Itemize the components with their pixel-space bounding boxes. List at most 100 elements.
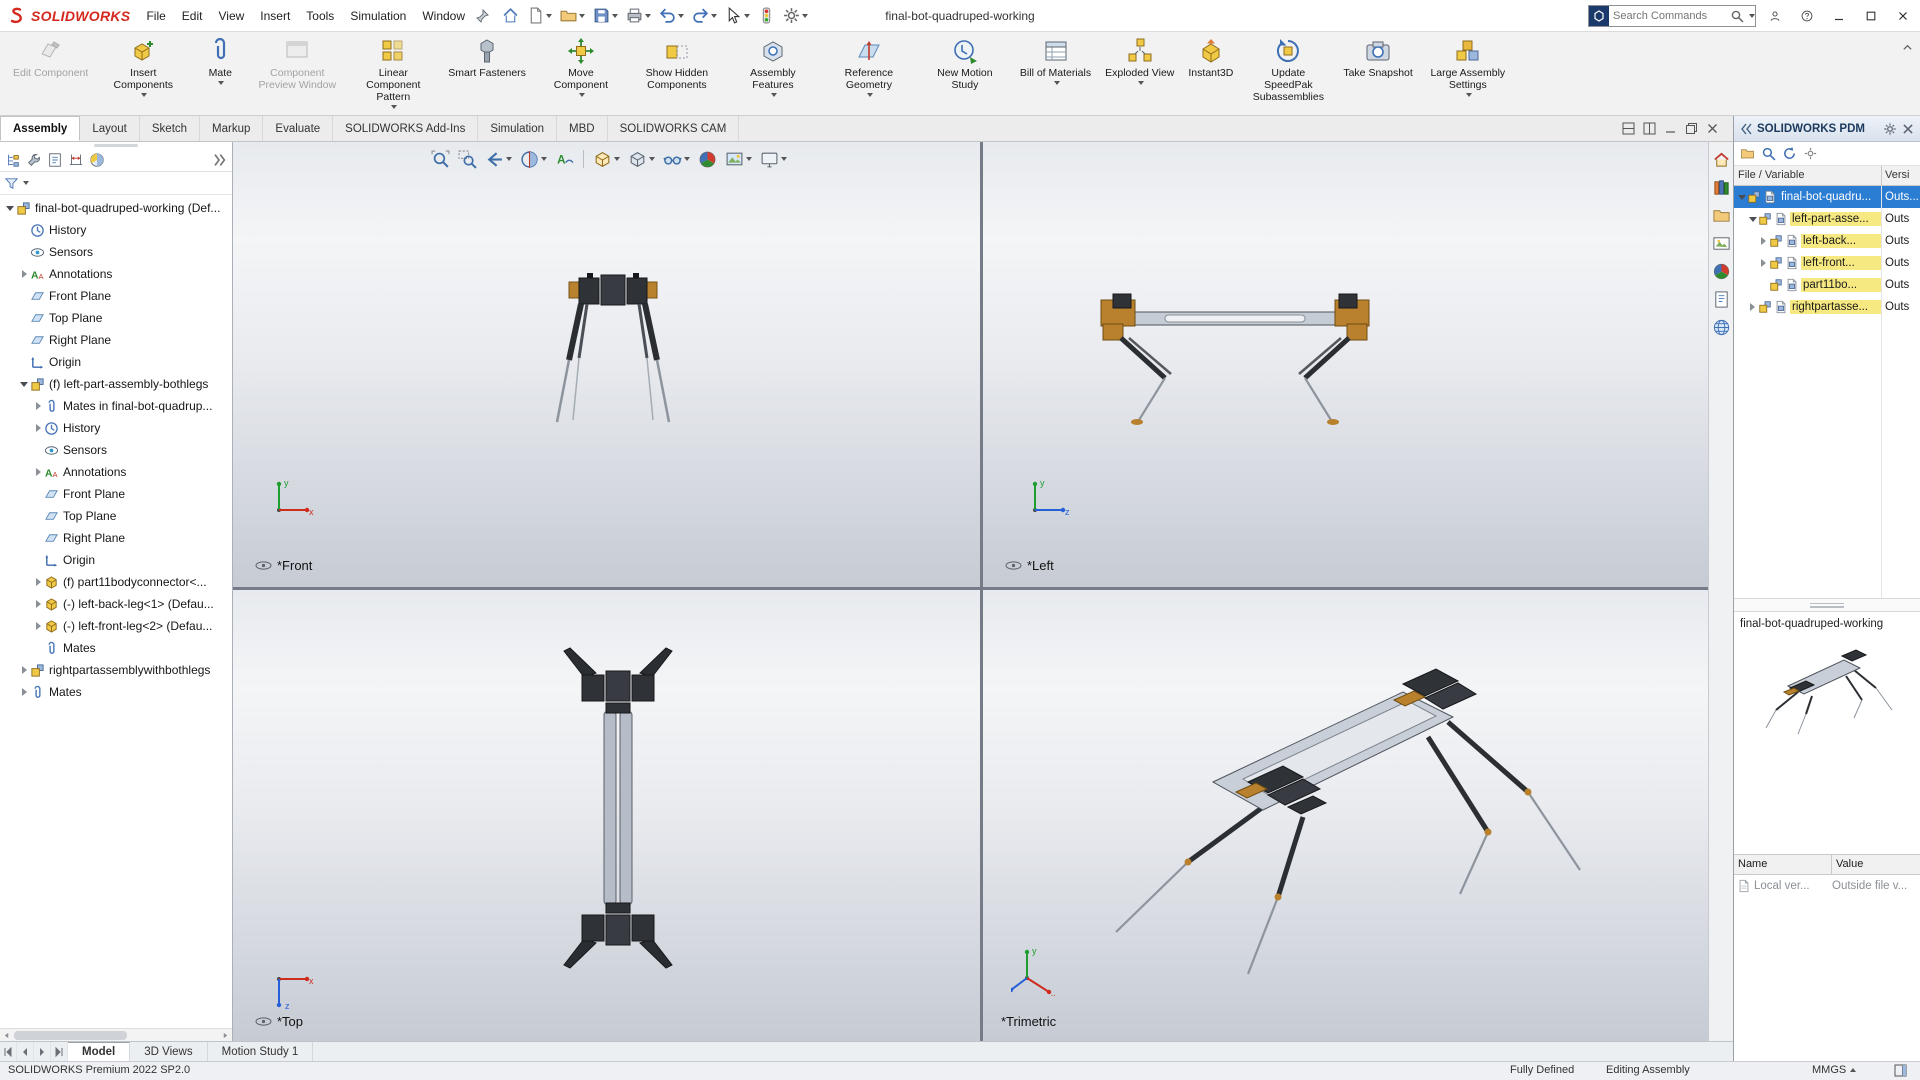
view-orientation-button[interactable] — [591, 148, 622, 171]
tab-layout[interactable]: Layout — [80, 116, 140, 141]
displaymanager-tab-icon[interactable] — [88, 151, 106, 169]
expand-closed-icon[interactable] — [36, 424, 41, 432]
minimize-document-icon[interactable] — [1664, 122, 1677, 135]
viewport-trimetric-view[interactable]: yxz *Trimetric — [983, 590, 1708, 1041]
ribbon-bill-of-materials-button[interactable]: Bill of Materials — [1013, 34, 1098, 115]
filter-input[interactable] — [31, 174, 228, 192]
zoom-to-fit-button[interactable] — [429, 148, 452, 171]
ribbon-new-motion-study-button[interactable]: New Motion Study — [917, 34, 1013, 115]
feature-tree-item-front-plane[interactable]: Front Plane — [0, 285, 232, 307]
pdm-row-final-bot-quadru[interactable]: final-bot-quadru... Outs... — [1734, 186, 1920, 208]
collapse-panel-icon[interactable] — [1739, 122, 1753, 136]
open-button[interactable] — [557, 5, 588, 26]
user-account-icon[interactable] — [1762, 4, 1788, 28]
ribbon-insert-components-button[interactable]: Insert Components — [95, 34, 191, 115]
section-view-button[interactable] — [518, 148, 549, 171]
feature-tree-item-right-plane[interactable]: Right Plane — [0, 329, 232, 351]
expand-open-icon[interactable] — [20, 382, 28, 387]
viewport-left-view[interactable]: yz *Left — [983, 142, 1708, 587]
save-button[interactable] — [590, 5, 621, 26]
feature-tree-item-origin[interactable]: Origin — [0, 351, 232, 373]
tab-markup[interactable]: Markup — [200, 116, 263, 141]
close-window-icon[interactable] — [1890, 4, 1916, 28]
pdm-row-left-front[interactable]: left-front... Outs — [1734, 252, 1920, 274]
search-input[interactable] — [1609, 10, 1730, 22]
feature-tree-item-annotations[interactable]: AA Annotations — [0, 263, 232, 285]
pdm-vault-folder-icon[interactable] — [1740, 146, 1755, 161]
viewport-top-view[interactable]: xz *Top — [233, 590, 980, 1041]
sheet-tab-3d-views[interactable]: 3D Views — [130, 1042, 207, 1061]
pdm-column-version[interactable]: Versi — [1882, 166, 1920, 185]
pdm-column-file[interactable]: File / Variable — [1734, 166, 1882, 185]
expand-closed-icon[interactable] — [36, 402, 41, 410]
pdm-row-part11bo[interactable]: part11bo... Outs — [1734, 274, 1920, 296]
pdm-grid-header[interactable]: Name Value — [1734, 855, 1920, 875]
menu-tools[interactable]: Tools — [298, 0, 342, 31]
feature-tree-item-annotations[interactable]: AA Annotations — [0, 461, 232, 483]
maximize-window-icon[interactable] — [1858, 4, 1884, 28]
pdm-grid-row[interactable]: Local ver... Outside file v... — [1734, 875, 1920, 897]
minimize-window-icon[interactable] — [1826, 4, 1852, 28]
pin-menu-icon[interactable] — [475, 9, 489, 23]
feature-tree-item-mates-in-final-bot-quadrup[interactable]: Mates in final-bot-quadrup... — [0, 395, 232, 417]
pdm-row-left-back[interactable]: left-back... Outs — [1734, 230, 1920, 252]
scroll-next-tab-icon[interactable] — [34, 1042, 51, 1061]
zoom-to-area-button[interactable] — [456, 148, 479, 171]
feature-tree-item-origin[interactable]: Origin — [0, 549, 232, 571]
feature-tree-item-mates[interactable]: Mates — [0, 637, 232, 659]
help-icon[interactable] — [1794, 4, 1820, 28]
ribbon-collapse-icon[interactable] — [1898, 38, 1916, 56]
close-document-icon[interactable] — [1706, 122, 1719, 135]
print-button[interactable] — [623, 5, 654, 26]
hscroll-right-icon[interactable] — [219, 1029, 232, 1041]
menu-window[interactable]: Window — [414, 0, 473, 31]
ribbon-show-hidden-components-button[interactable]: Show Hidden Components — [629, 34, 725, 115]
feature-tree-item-mates[interactable]: Mates — [0, 681, 232, 703]
view-palette-tab-icon[interactable] — [1712, 234, 1731, 253]
feature-tree-item-history[interactable]: History — [0, 219, 232, 241]
expand-open-icon[interactable] — [1749, 217, 1757, 222]
view-settings-button[interactable] — [758, 148, 789, 171]
menu-edit[interactable]: Edit — [174, 0, 211, 31]
viewport-splitter-horizontal[interactable] — [233, 587, 1708, 590]
pdm-search-icon[interactable] — [1761, 146, 1776, 161]
edit-appearance-button[interactable] — [696, 148, 719, 171]
task-pane-toggle-icon[interactable] — [1894, 1064, 1907, 1080]
pdm-grid-name-col[interactable]: Name — [1734, 855, 1832, 874]
select-button[interactable] — [722, 5, 753, 26]
menu-insert[interactable]: Insert — [252, 0, 298, 31]
manager-tabs-overflow-icon[interactable] — [210, 151, 228, 169]
ribbon-instant3d-button[interactable]: Instant3D — [1181, 34, 1240, 115]
file-explorer-tab-icon[interactable] — [1712, 206, 1731, 225]
viewport-splitter-vertical[interactable] — [980, 142, 983, 1041]
scroll-prev-tab-icon[interactable] — [17, 1042, 34, 1061]
display-style-button[interactable] — [626, 148, 657, 171]
feature-tree-item-history[interactable]: History — [0, 417, 232, 439]
feature-tree-item-top-plane[interactable]: Top Plane — [0, 307, 232, 329]
viewport-front-view[interactable]: yx *Front — [233, 142, 980, 587]
tab-solidworks-cam[interactable]: SOLIDWORKS CAM — [608, 116, 740, 141]
pdm-grid-value-col[interactable]: Value — [1832, 855, 1920, 874]
feature-tree-item-final-bot-quadruped-working-def[interactable]: final-bot-quadruped-working (Def... — [0, 197, 232, 219]
configurationmanager-tab-icon[interactable] — [46, 151, 64, 169]
tab-assembly[interactable]: Assembly — [0, 116, 80, 141]
expand-closed-icon[interactable] — [22, 270, 27, 278]
feature-tree-item-left-back-leg-1-defau[interactable]: (-) left-back-leg<1> (Defau... — [0, 593, 232, 615]
ribbon-edit-component-button[interactable]: Edit Component — [6, 34, 95, 115]
feature-tree-item-sensors[interactable]: Sensors — [0, 241, 232, 263]
pdm-row-left-part-asse[interactable]: left-part-asse... Outs — [1734, 208, 1920, 230]
dynamic-annotation-views-button[interactable]: A — [553, 148, 576, 171]
ribbon-smart-fasteners-button[interactable]: Smart Fasteners — [441, 34, 533, 115]
tile-horizontal-icon[interactable] — [1622, 122, 1635, 135]
sheet-tab-model[interactable]: Model — [68, 1042, 130, 1061]
tile-vertical-icon[interactable] — [1643, 122, 1656, 135]
pdm-settings-gear-icon[interactable] — [1883, 122, 1897, 136]
pdm-refresh-icon[interactable] — [1782, 146, 1797, 161]
expand-closed-icon[interactable] — [1761, 237, 1766, 245]
appearances-scenes-tab-icon[interactable] — [1712, 262, 1731, 281]
expand-closed-icon[interactable] — [1761, 259, 1766, 267]
ribbon-assembly-features-button[interactable]: Assembly Features — [725, 34, 821, 115]
ribbon-take-snapshot-button[interactable]: Take Snapshot — [1336, 34, 1419, 115]
hscroll-thumb[interactable] — [14, 1031, 127, 1040]
ribbon-reference-geometry-button[interactable]: Reference Geometry — [821, 34, 917, 115]
